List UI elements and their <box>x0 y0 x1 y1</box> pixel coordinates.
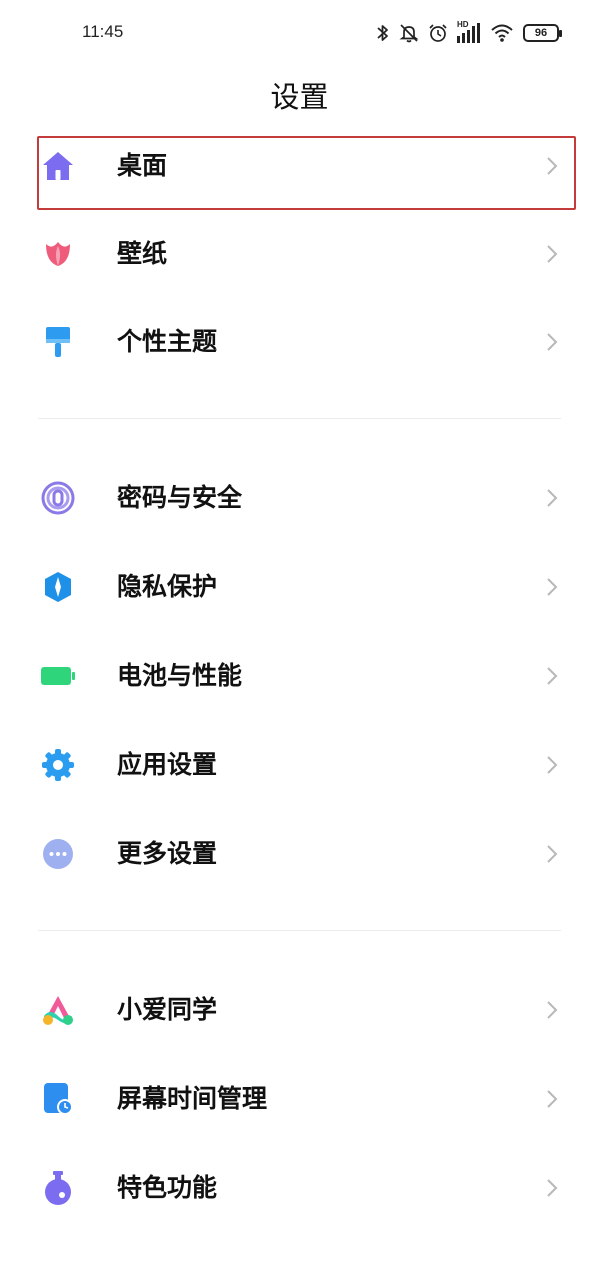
settings-item-label: 密码与安全 <box>117 483 243 512</box>
settings-item-label: 屏幕时间管理 <box>117 1084 268 1113</box>
settings-item-label: 壁纸 <box>117 239 168 268</box>
chevron-right-icon <box>547 245 558 263</box>
settings-item-xiaoai[interactable]: 小爱同学 <box>0 973 599 1047</box>
chevron-right-icon <box>547 756 558 774</box>
chevron-right-icon <box>547 667 558 685</box>
wifi-icon <box>491 24 513 42</box>
signal-icon: HD <box>457 20 481 44</box>
settings-item-screen-time[interactable]: 屏幕时间管理 <box>0 1062 599 1136</box>
settings-item-label: 特色功能 <box>117 1173 218 1202</box>
settings-item-label: 小爱同学 <box>117 995 218 1024</box>
settings-item-privacy[interactable]: 隐私保护 <box>0 550 599 624</box>
chevron-right-icon <box>547 333 558 351</box>
paint-brush-icon <box>38 322 78 362</box>
settings-item-label: 个性主题 <box>117 327 218 356</box>
screen-time-icon <box>38 1079 78 1119</box>
settings-item-theme[interactable]: 个性主题 <box>0 305 599 379</box>
chevron-right-icon <box>547 1179 558 1197</box>
mute-icon <box>399 24 419 43</box>
settings-item-more-settings[interactable]: 更多设置 <box>0 817 599 891</box>
settings-item-label: 应用设置 <box>117 750 218 779</box>
chevron-right-icon <box>547 578 558 596</box>
section-divider <box>38 418 561 419</box>
privacy-shield-icon <box>38 567 78 607</box>
settings-item-battery-performance[interactable]: 电池与性能 <box>0 639 599 713</box>
page-title: 设置 <box>270 80 329 114</box>
more-icon <box>38 834 78 874</box>
settings-item-label: 更多设置 <box>117 839 218 868</box>
xiaoai-icon <box>38 990 78 1030</box>
alarm-icon <box>429 24 447 42</box>
settings-item-password-security[interactable]: 密码与安全 <box>0 461 599 535</box>
battery-icon <box>38 656 78 696</box>
settings-item-app-settings[interactable]: 应用设置 <box>0 728 599 802</box>
flask-icon <box>38 1168 78 1208</box>
settings-item-special-features[interactable]: 特色功能 <box>0 1151 599 1225</box>
status-icons: HD 96 <box>376 20 562 46</box>
tulip-icon <box>38 234 78 274</box>
bluetooth-icon <box>377 25 388 41</box>
status-time: 11:45 <box>82 22 124 41</box>
settings-item-wallpaper[interactable]: 壁纸 <box>0 217 599 291</box>
chevron-right-icon <box>547 1001 558 1019</box>
chevron-right-icon <box>547 489 558 507</box>
selection-highlight <box>37 136 576 210</box>
battery-indicator: 96 <box>523 24 562 42</box>
settings-item-label: 隐私保护 <box>117 572 218 601</box>
status-bar: 11:45 HD 96 <box>0 0 599 66</box>
gear-icon <box>38 745 78 785</box>
section-divider <box>38 930 561 931</box>
chevron-right-icon <box>547 845 558 863</box>
fingerprint-icon <box>38 478 78 518</box>
chevron-right-icon <box>547 1090 558 1108</box>
settings-item-label: 电池与性能 <box>117 661 243 690</box>
